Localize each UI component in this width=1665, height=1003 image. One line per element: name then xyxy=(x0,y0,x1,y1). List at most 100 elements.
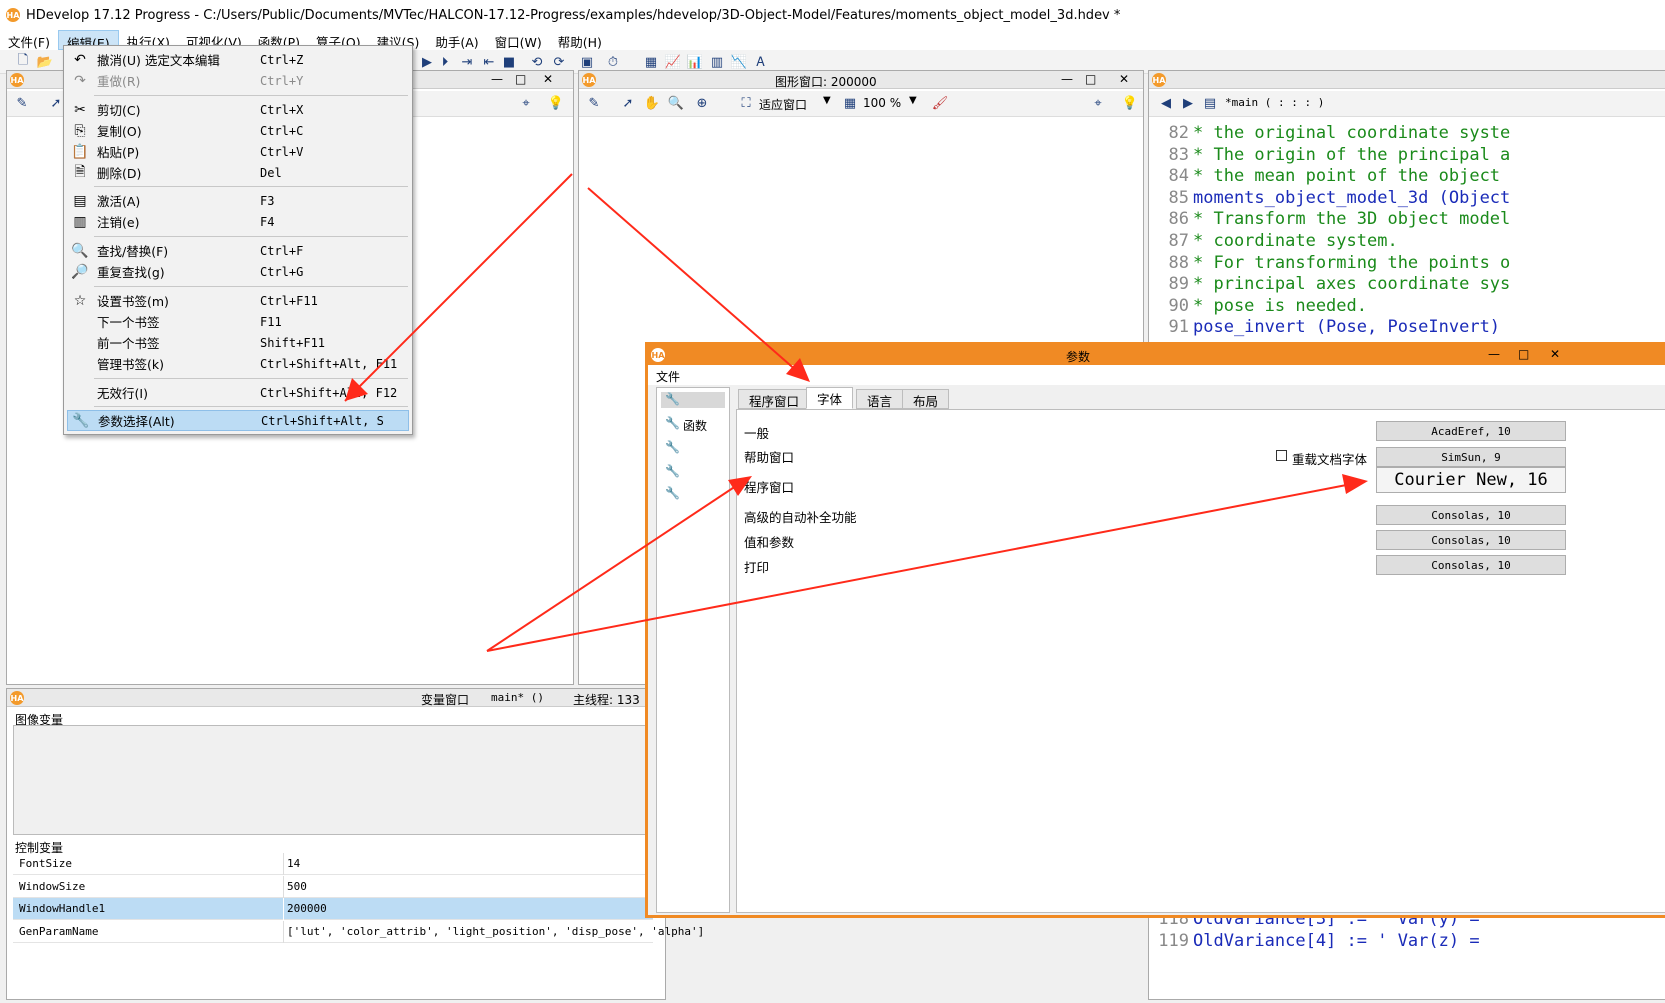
inspect-icon[interactable]: ⌖ xyxy=(517,94,535,112)
sidebar-item-font-tool[interactable]: 🔧 xyxy=(661,392,725,408)
font-select-button[interactable]: SimSun, 9 xyxy=(1376,447,1566,467)
forward-icon[interactable]: ▶ xyxy=(1179,94,1197,112)
code-editor[interactable]: 82 * the original coordinate syste 83 * The… xyxy=(1155,123,1663,343)
tab-font[interactable]: 字体 xyxy=(806,387,854,409)
dialog-menu-file[interactable]: 文件 xyxy=(656,368,680,385)
step-over-icon[interactable]: ⏵ xyxy=(436,53,454,71)
override-doc-font-checkbox[interactable] xyxy=(1276,450,1287,461)
code-line[interactable]: 88 * For transforming the points o xyxy=(1155,253,1511,275)
bulb-icon[interactable]: 💡 xyxy=(1121,94,1139,112)
minimize-icon[interactable]: — xyxy=(491,72,503,86)
font-select-button[interactable]: Consolas, 10 xyxy=(1376,555,1566,575)
procedure-icon[interactable]: ▤ xyxy=(1201,94,1219,112)
edit-menu-item[interactable]: 下一个书签 F11 xyxy=(67,311,409,332)
edit-menu-item[interactable]: ▥ 注销(e) F4 xyxy=(67,211,409,232)
menu-assistants[interactable]: 助手(A) xyxy=(427,30,486,50)
ocr-icon[interactable]: Ꭺ xyxy=(752,53,770,71)
iconic-variables-area[interactable] xyxy=(13,725,663,835)
code-line[interactable]: 91 pose_invert (Pose, PoseInvert) xyxy=(1155,317,1501,339)
line-profile-icon[interactable]: 📊 xyxy=(686,53,704,71)
edit-icon[interactable]: ✎ xyxy=(13,94,31,112)
edit-menu-item[interactable]: 🗎 删除(D) Del xyxy=(67,162,409,183)
code-line[interactable]: 85 moments_object_model_3d (Object xyxy=(1155,188,1511,210)
reset-icon[interactable]: ⟲ xyxy=(528,53,546,71)
control-variable-row[interactable]: FontSize 14 xyxy=(13,853,653,875)
edit-menu-item[interactable]: 🔎 重复查找(g) Ctrl+G xyxy=(67,261,409,282)
maximize-icon[interactable]: □ xyxy=(515,72,526,86)
code-line[interactable]: 84 * the mean point of the object xyxy=(1155,166,1501,188)
code-line[interactable]: 82 * the original coordinate syste xyxy=(1155,123,1511,145)
edit-menu-item[interactable]: ☆ 设置书签(m) Ctrl+F11 xyxy=(67,290,409,311)
menu-file[interactable]: 文件(F) xyxy=(0,30,58,50)
control-variable-row[interactable]: GenParamName ['lut', 'color_attrib', 'lig… xyxy=(13,920,704,943)
font-select-button[interactable]: AcadEref, 10 xyxy=(1376,421,1566,441)
zoom-level[interactable]: 100 % xyxy=(863,96,901,110)
font-select-button[interactable]: Courier New, 16 xyxy=(1376,467,1566,493)
histogram-icon[interactable]: 📈 xyxy=(664,53,682,71)
close-icon[interactable]: ✕ xyxy=(1119,72,1129,86)
timer-icon[interactable]: ⏱ xyxy=(604,53,622,71)
edit-menu-item[interactable]: 前一个书签 Shift+F11 xyxy=(67,332,409,353)
new-file-icon[interactable]: 🗋 xyxy=(14,53,32,71)
edit-icon[interactable]: ✎ xyxy=(585,94,603,112)
control-variable-row[interactable]: WindowSize 500 xyxy=(13,875,653,898)
font-select-button[interactable]: Consolas, 10 xyxy=(1376,530,1566,550)
back-icon[interactable]: ◀ xyxy=(1157,94,1175,112)
fit-window-icon[interactable]: ⛶ xyxy=(737,94,755,112)
tab-layout[interactable]: 布局 xyxy=(902,389,950,409)
tab-language[interactable]: 语言 xyxy=(856,389,904,409)
edit-menu-item[interactable]: ↷ 重做(R) Ctrl+Y xyxy=(67,70,409,91)
stop-icon[interactable]: ■ xyxy=(500,53,518,71)
menu-help[interactable]: 帮助(H) xyxy=(550,30,610,50)
minimize-icon[interactable]: — xyxy=(1061,72,1073,86)
minimize-icon[interactable]: — xyxy=(1488,347,1500,361)
color-icon[interactable]: 🖌 xyxy=(931,94,949,112)
step-into-icon[interactable]: ⇥ xyxy=(458,53,476,71)
inspect-icon[interactable]: ⌖ xyxy=(1089,94,1107,112)
procedure-selector[interactable]: *main ( : : : ) xyxy=(1225,96,1324,109)
edit-menu-item[interactable]: ✂ 剪切(C) Ctrl+X xyxy=(67,99,409,120)
zoom-level-icon[interactable]: ▦ xyxy=(841,94,859,112)
code-line[interactable]: 86 * Transform the 3D object model xyxy=(1155,209,1511,231)
sidebar-item-tool-3[interactable]: 🔧 xyxy=(661,486,725,502)
sidebar-item-tool-1[interactable]: 🔧 xyxy=(661,440,725,456)
menu-window[interactable]: 窗口(W) xyxy=(487,30,550,50)
sidebar-item-tool-2[interactable]: 🔧 xyxy=(661,464,725,480)
chevron-down-icon[interactable]: ▼ xyxy=(823,95,831,106)
edit-menu-item[interactable]: 🔍 查找/替换(F) Ctrl+F xyxy=(67,240,409,261)
control-variable-row[interactable]: WindowHandle1 200000 xyxy=(13,898,653,920)
code-line[interactable]: 119 OldVariance[4] := ' Var(z) = xyxy=(1155,931,1479,953)
edit-menu-item[interactable]: 📋 粘贴(P) Ctrl+V xyxy=(67,141,409,162)
run-icon[interactable]: ▶ xyxy=(418,53,436,71)
chevron-down-icon[interactable]: ▼ xyxy=(909,95,917,106)
reset-all-icon[interactable]: ⟳ xyxy=(550,53,568,71)
font-select-button[interactable]: Consolas, 10 xyxy=(1376,505,1566,525)
open-file-icon[interactable]: 📂 xyxy=(36,53,54,71)
image-window-icon[interactable]: ▣ xyxy=(578,53,596,71)
step-out-icon[interactable]: ⇤ xyxy=(480,53,498,71)
zoom-icon[interactable]: 🔍 xyxy=(667,94,685,112)
fit-window-label[interactable]: 适应窗口 xyxy=(759,96,807,113)
code-line[interactable]: 89 * principal axes coordinate sys xyxy=(1155,274,1511,296)
close-icon[interactable]: ✕ xyxy=(1550,347,1560,361)
edit-menu-item[interactable]: 管理书签(k) Ctrl+Shift+Alt, F11 xyxy=(67,353,409,374)
edit-menu-item[interactable]: ▤ 激活(A) F3 xyxy=(67,190,409,211)
hand-icon[interactable]: ✋ xyxy=(643,94,661,112)
edit-menu-item[interactable]: ⎘ 复制(O) Ctrl+C xyxy=(67,120,409,141)
code-line[interactable]: 83 * The origin of the principal a xyxy=(1155,145,1511,167)
maximize-icon[interactable]: □ xyxy=(1085,72,1096,86)
tab-program-window[interactable]: 程序窗口 xyxy=(738,389,811,409)
code-line[interactable]: 87 * coordinate system. xyxy=(1155,231,1398,253)
edit-menu-item[interactable]: ↶ 撤消(U) 选定文本编辑 Ctrl+Z xyxy=(67,49,409,70)
image-acq-icon[interactable]: ▦ xyxy=(642,53,660,71)
close-icon[interactable]: ✕ xyxy=(543,72,553,86)
pointer-icon[interactable]: ➚ xyxy=(619,94,637,112)
feature-hist-icon[interactable]: ▥ xyxy=(708,53,726,71)
maximize-icon[interactable]: □ xyxy=(1518,347,1529,361)
gray-hist-icon[interactable]: 📉 xyxy=(730,53,748,71)
zoom-plus-icon[interactable]: ⊕ xyxy=(693,94,711,112)
bulb-icon[interactable]: 💡 xyxy=(547,94,565,112)
sidebar-item-functions[interactable]: 🔧 函数 xyxy=(661,416,725,433)
edit-menu-item[interactable]: 🔧 参数选择(Alt) Ctrl+Shift+Alt, S xyxy=(67,410,409,431)
code-line[interactable]: 90 * pose is needed. xyxy=(1155,296,1367,318)
